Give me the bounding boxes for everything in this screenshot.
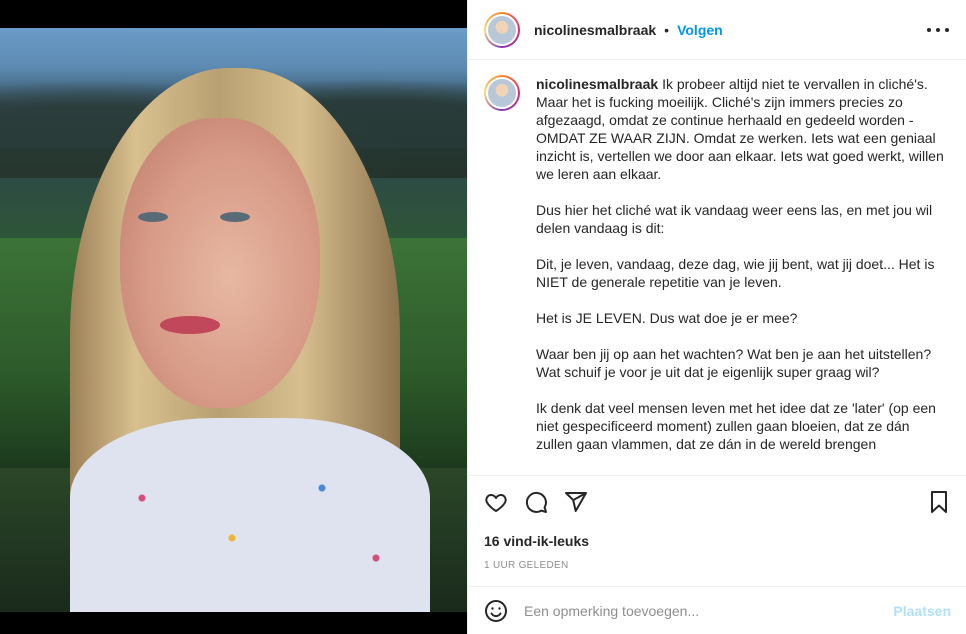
more-options-icon[interactable] xyxy=(927,20,949,40)
comment-input[interactable] xyxy=(524,602,894,619)
post-actions: 16 vind-ik-leuks 1 UUR GELEDEN xyxy=(468,475,966,586)
post-timestamp[interactable]: 1 UUR GELEDEN xyxy=(484,560,568,571)
comment-icon[interactable] xyxy=(524,490,548,514)
photo-lips xyxy=(160,316,220,334)
caption-paragraph: Dit, je leven, vandaag, deze dag, wie ji… xyxy=(536,256,935,290)
action-icons xyxy=(484,490,588,514)
avatar-image xyxy=(486,77,518,109)
post-caption: nicolinesmalbraak Ik probeer altijd niet… xyxy=(468,61,966,475)
photo-eye-right xyxy=(220,212,250,222)
avatar-image xyxy=(486,13,518,46)
caption-username[interactable]: nicolinesmalbraak xyxy=(536,76,658,92)
comment-box: Plaatsen xyxy=(468,586,966,634)
post-comment-button[interactable]: Plaatsen xyxy=(893,603,951,619)
paper-plane-icon[interactable] xyxy=(564,490,588,514)
caption-paragraph: Dus hier het cliché wat ik vandaag weer … xyxy=(536,202,933,236)
avatar[interactable] xyxy=(484,11,520,48)
emoji-icon[interactable] xyxy=(484,599,508,623)
separator-dot: • xyxy=(664,21,670,38)
caption-paragraph: Waar ben jij op aan het wachten? Wat ben… xyxy=(536,346,932,380)
likes-count[interactable]: 16 vind-ik-leuks xyxy=(484,533,589,549)
bookmark-icon[interactable] xyxy=(927,490,951,514)
follow-button[interactable]: Volgen xyxy=(677,22,723,38)
heart-icon[interactable] xyxy=(484,490,508,514)
header-username[interactable]: nicolinesmalbraak xyxy=(534,22,656,38)
caption-text: nicolinesmalbraak Ik probeer altijd niet… xyxy=(536,75,946,475)
photo-face xyxy=(120,118,320,408)
post-photo-pane xyxy=(0,0,467,634)
post-side-panel: nicolinesmalbraak • Volgen nicolinesmalb… xyxy=(467,0,966,634)
post-photo[interactable] xyxy=(0,28,467,612)
caption-paragraph: Het is JE LEVEN. Dus wat doe je er mee? xyxy=(536,310,798,326)
caption-avatar[interactable] xyxy=(484,75,520,111)
post-header: nicolinesmalbraak • Volgen xyxy=(468,0,966,60)
caption-paragraph: nicolinesmalbraak Ik probeer altijd niet… xyxy=(536,75,946,183)
photo-sweater xyxy=(70,418,430,612)
caption-paragraph: Ik denk dat veel mensen leven met het id… xyxy=(536,400,936,452)
photo-eye-left xyxy=(138,212,168,222)
